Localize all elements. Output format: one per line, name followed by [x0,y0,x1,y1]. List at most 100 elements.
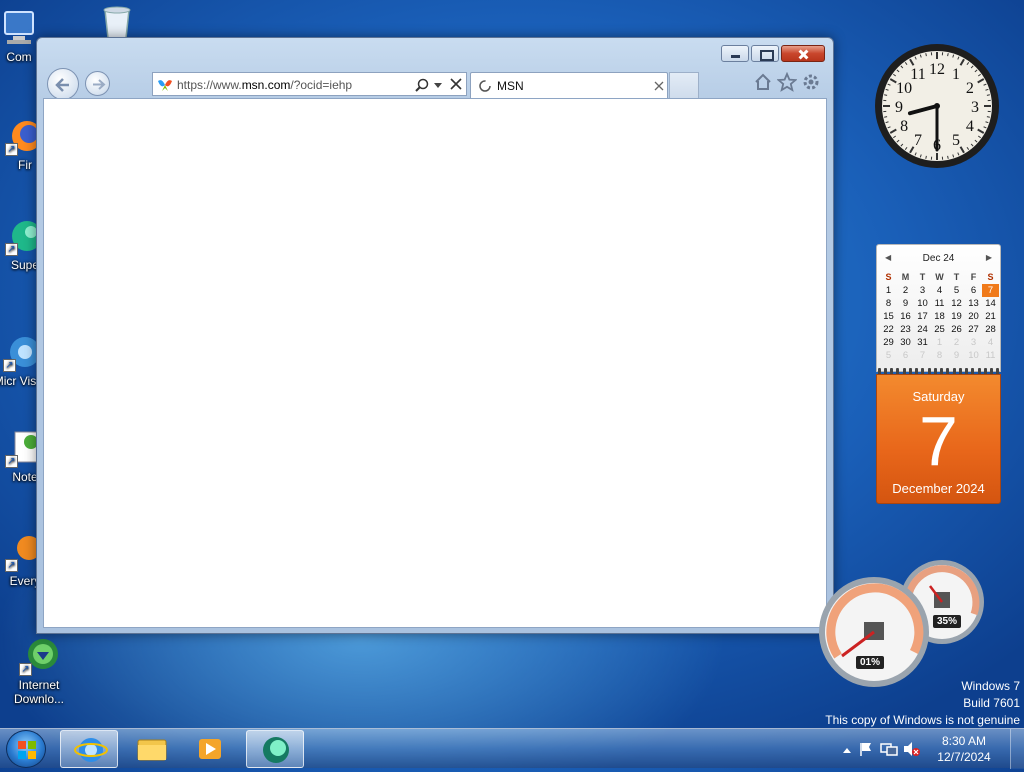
desktop-icon-label: Note [12,470,37,484]
watermark-line-1: Windows 7 [825,678,1020,695]
weekday-label: M [897,271,914,284]
calendar-day[interactable]: 17 [914,310,931,323]
taskbar-media-player[interactable] [182,730,240,768]
forward-arrow-icon [86,72,111,97]
calendar-day[interactable]: 26 [948,323,965,336]
desktop-icon-label: Fir [18,158,32,172]
clock-tick [884,95,887,96]
show-desktop-button[interactable] [1010,729,1024,769]
calendar-day[interactable]: 3 [914,284,931,297]
clock-numeral: 2 [966,80,974,97]
new-tab-button[interactable] [669,72,699,98]
app-icon [247,731,305,769]
calendar-day[interactable]: 8 [931,349,948,362]
calendar-day[interactable]: 4 [931,284,948,297]
taskbar-app[interactable] [246,730,304,768]
calendar-day[interactable]: 15 [880,310,897,323]
calendar-day[interactable]: 11 [931,297,948,310]
clock-tray[interactable]: 8:30 AM 12/7/2024 [934,733,994,765]
calendar-day[interactable]: 3 [965,336,982,349]
calendar-day[interactable]: 18 [931,310,948,323]
calendar-day[interactable]: 2 [948,336,965,349]
taskbar-file-explorer[interactable] [122,730,180,768]
chevron-down-icon[interactable] [434,82,442,90]
search-icon[interactable] [415,78,429,92]
tab-msn[interactable]: MSN [470,72,668,98]
calendar-day[interactable]: 7 [914,349,931,362]
calendar-day[interactable]: 28 [982,323,999,336]
star-icon[interactable] [777,72,797,92]
calendar-day[interactable]: 5 [948,284,965,297]
calendar-day[interactable]: 14 [982,297,999,310]
clock-tick [926,53,927,56]
calendar-day[interactable]: 29 [880,336,897,349]
forward-button[interactable] [85,71,110,96]
home-icon[interactable] [753,72,773,92]
close-button[interactable] [781,45,825,62]
weekday-label: T [948,271,965,284]
calendar-week-row: 891011121314 [880,297,999,310]
close-tab-icon[interactable] [654,81,664,91]
calendar-day[interactable]: 25 [931,323,948,336]
start-button[interactable] [6,730,46,768]
clock-numeral: 4 [966,118,974,135]
calendar-gadget[interactable]: ◀ Dec 24 ▶ SMTWTFS1234567891011121314151… [876,244,1001,504]
calendar-day[interactable]: 1 [880,284,897,297]
calendar-day[interactable]: 23 [897,323,914,336]
calendar-day[interactable]: 7 [982,284,999,297]
calendar-day[interactable]: 11 [982,349,999,362]
calendar-day[interactable]: 10 [914,297,931,310]
calendar-day[interactable]: 10 [965,349,982,362]
clock-numeral: 9 [895,99,903,116]
gear-icon[interactable] [801,72,821,92]
calendar-day[interactable]: 1 [931,336,948,349]
clock-tick [948,156,949,159]
calendar-day[interactable]: 22 [880,323,897,336]
calendar-day[interactable]: 31 [914,336,931,349]
calendar-day[interactable]: 20 [965,310,982,323]
calendar-day[interactable]: 13 [965,297,982,310]
desktop-icon-label: Internet Downlo... [14,678,64,706]
taskbar-internet-explorer[interactable] [60,730,118,768]
volume-muted-icon[interactable] [902,741,920,757]
browser-window[interactable]: https://www.msn.com/?ocid=iehp MSN [36,37,834,634]
page-content[interactable] [43,98,827,628]
windows-watermark: Windows 7 Build 7601 This copy of Window… [825,678,1020,729]
desktop-icon-internet-download-manager[interactable]: ↗ Internet Downlo... [2,636,76,706]
calendar-day[interactable]: 21 [982,310,999,323]
calendar-day[interactable]: 2 [897,284,914,297]
calendar-day[interactable]: 9 [948,349,965,362]
show-hidden-icons-icon[interactable] [842,745,852,755]
calendar-day[interactable]: 4 [982,336,999,349]
calendar-day[interactable]: 8 [880,297,897,310]
shortcut-arrow-icon: ↗ [19,663,32,676]
memory-percent: 35% [933,615,961,628]
calendar-day[interactable]: 27 [965,323,982,336]
calendar-day[interactable]: 6 [897,349,914,362]
stop-icon[interactable] [450,78,462,90]
clock-gadget[interactable]: 121234567891011 [873,42,1001,170]
weekday-label: S [982,271,999,284]
calendar-day[interactable]: 5 [880,349,897,362]
clock-tick [884,117,887,118]
back-button[interactable] [47,68,79,100]
calendar-day[interactable]: 16 [897,310,914,323]
calendar-day[interactable]: 30 [897,336,914,349]
calendar-day[interactable]: 9 [897,297,914,310]
calendar-day[interactable]: 19 [948,310,965,323]
action-center-flag-icon[interactable] [858,741,874,757]
restore-button[interactable] [751,45,779,62]
minimize-button[interactable] [721,45,749,62]
address-bar[interactable]: https://www.msn.com/?ocid=iehp [152,72,467,96]
cpu-meter-gadget[interactable]: 01% 35% [818,556,993,688]
calendar-day[interactable]: 12 [948,297,965,310]
computer-icon [0,8,39,48]
clock-tick [987,95,990,96]
network-icon[interactable] [880,741,898,757]
calendar-day[interactable]: 24 [914,323,931,336]
address-url[interactable]: https://www.msn.com/?ocid=iehp [177,78,352,92]
next-month-icon[interactable]: ▶ [986,253,992,262]
calendar-day[interactable]: 6 [965,284,982,297]
clock-tick [987,117,990,118]
calendar-week-row: 1234567 [880,284,999,297]
